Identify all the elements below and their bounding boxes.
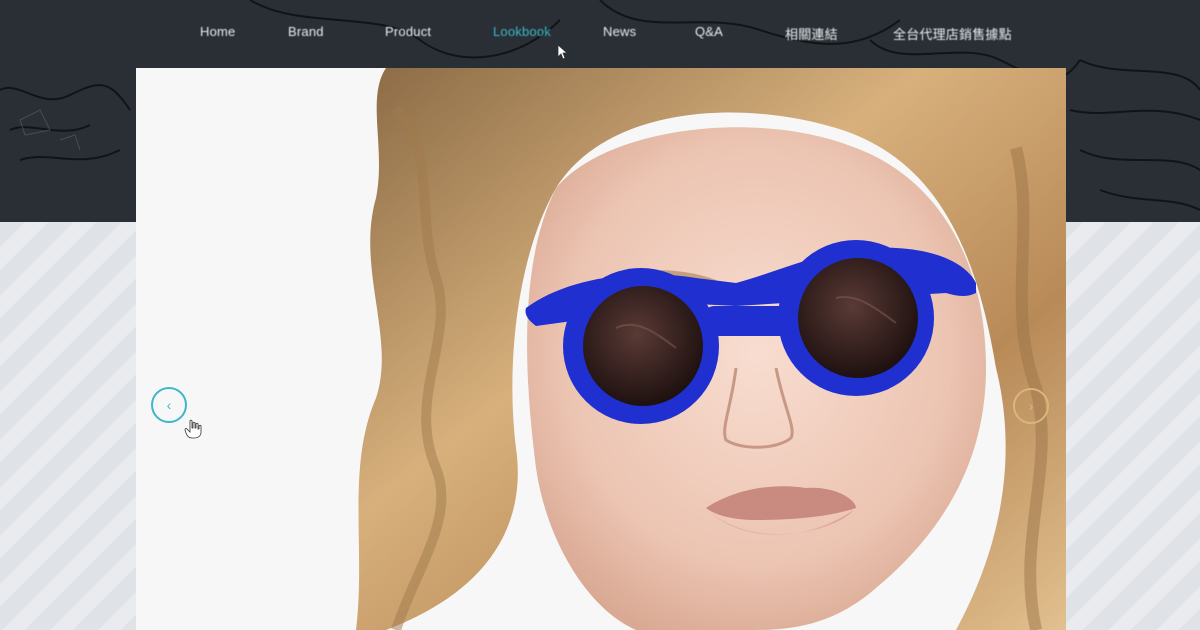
nav-item-product[interactable]: Product <box>385 24 431 39</box>
nav-item-qa[interactable]: Q&A <box>695 24 723 39</box>
lookbook-slider <box>136 68 1066 630</box>
nav-item-home[interactable]: Home <box>200 24 235 39</box>
slider-prev-button[interactable]: ‹ <box>151 387 187 423</box>
chevron-left-icon: ‹ <box>166 397 172 413</box>
nav-item-news[interactable]: News <box>603 24 636 39</box>
mouse-cursor-icon <box>557 44 569 60</box>
page: Home Brand Product Lookbook News Q&A 相關連… <box>0 0 1200 630</box>
nav-item-brand[interactable]: Brand <box>288 24 324 39</box>
chevron-right-icon: › <box>1028 398 1034 414</box>
hand-cursor-icon <box>184 419 202 439</box>
slider-image <box>136 68 1066 630</box>
nav-item-dealers[interactable]: 全台代理店銷售據點 <box>893 24 1012 43</box>
main-nav: Home Brand Product Lookbook News Q&A 相關連… <box>0 0 1200 66</box>
nav-item-links[interactable]: 相關連結 <box>785 24 838 43</box>
nav-item-lookbook[interactable]: Lookbook <box>493 24 551 39</box>
slider-next-button[interactable]: › <box>1013 388 1049 424</box>
